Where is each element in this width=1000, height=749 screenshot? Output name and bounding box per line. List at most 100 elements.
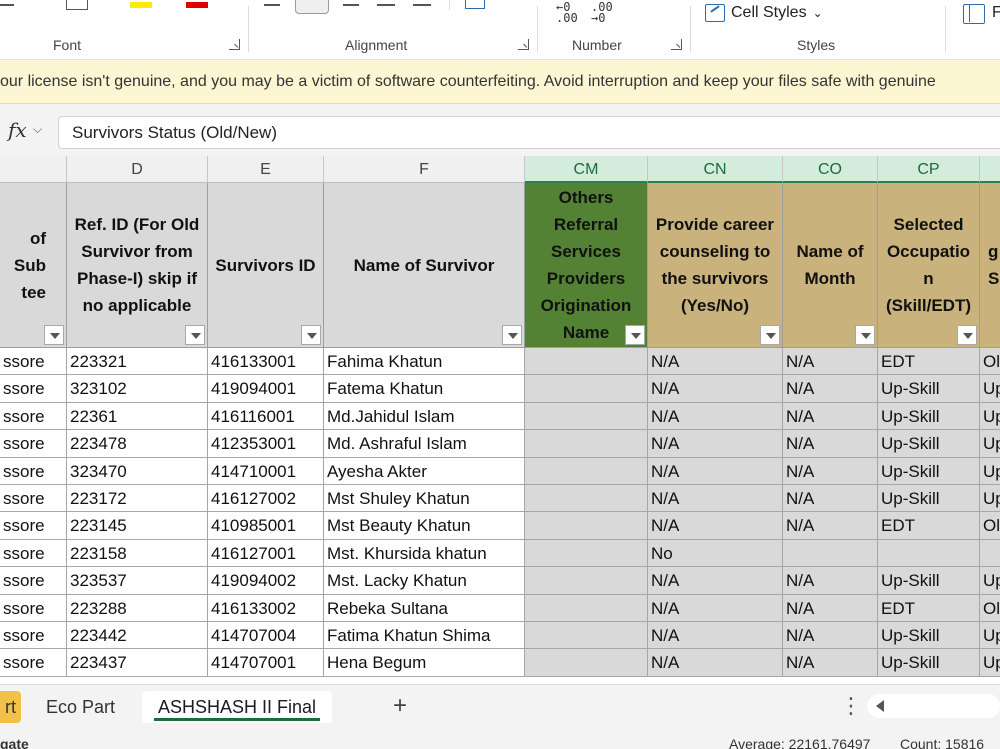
increase-indent-icon[interactable]	[413, 4, 431, 6]
cell-cq[interactable]: Up	[980, 622, 1000, 650]
cell-cm[interactable]	[525, 594, 648, 622]
cell-d[interactable]: 323470	[67, 457, 208, 485]
cell-cm[interactable]	[525, 649, 648, 677]
cell-cq[interactable]: Up	[980, 457, 1000, 485]
cell-f[interactable]: Md.Jahidul Islam	[324, 402, 525, 431]
cell-e[interactable]: 414707001	[208, 649, 324, 677]
cell-cm[interactable]	[525, 512, 648, 540]
cell-e[interactable]: 416133001	[208, 348, 324, 376]
filter-dropdown-icon[interactable]	[502, 325, 522, 345]
cell-co[interactable]: N/A	[783, 430, 878, 458]
header-cell-name-of-survivor[interactable]: Name of Survivor	[324, 183, 525, 348]
cell-c[interactable]: ssore	[0, 512, 67, 540]
align-center-icon[interactable]	[295, 0, 329, 14]
cell-co[interactable]: N/A	[783, 457, 878, 485]
cell-cm[interactable]	[525, 485, 648, 513]
cell-c[interactable]: ssore	[0, 567, 67, 595]
header-cell-career-counseling[interactable]: Provide career counseling to the survivo…	[648, 183, 783, 348]
cell-co[interactable]: N/A	[783, 649, 878, 677]
cell-c[interactable]: ssore	[0, 348, 67, 376]
cell-cm[interactable]	[525, 539, 648, 568]
cell-cn[interactable]: N/A	[648, 512, 783, 540]
cell-e[interactable]: 419094001	[208, 375, 324, 403]
decrease-decimal-icon[interactable]: .00 →0	[591, 1, 613, 24]
cell-cq[interactable]: Ol	[980, 512, 1000, 540]
merge-center-icon[interactable]	[465, 0, 485, 9]
header-cell-ref-id[interactable]: Ref. ID (For Old Survivor from Phase-I) …	[67, 183, 208, 348]
cell-co[interactable]: N/A	[783, 567, 878, 595]
cell-cp[interactable]: Up-Skill	[878, 622, 980, 650]
sheet-tab-previous[interactable]: rt	[0, 691, 21, 723]
add-sheet-button[interactable]: +	[393, 691, 407, 721]
cell-co[interactable]: N/A	[783, 512, 878, 540]
cell-c[interactable]: ssore	[0, 485, 67, 513]
cell-cp[interactable]: EDT	[878, 594, 980, 622]
cell-e[interactable]: 410985001	[208, 512, 324, 540]
cell-cp[interactable]: EDT	[878, 348, 980, 376]
cell-cp[interactable]: Up-Skill	[878, 457, 980, 485]
underline-icon[interactable]	[0, 0, 14, 6]
cell-e[interactable]: 416133002	[208, 594, 324, 622]
align-right-icon[interactable]	[343, 4, 359, 6]
cell-f[interactable]: Mst Shuley Khatun	[324, 485, 525, 513]
cell-cn[interactable]: No	[648, 539, 783, 568]
cell-cn[interactable]: N/A	[648, 375, 783, 403]
font-color-icon[interactable]	[186, 2, 208, 8]
chevron-down-icon[interactable]: ⌵	[33, 122, 42, 137]
cell-co[interactable]: N/A	[783, 348, 878, 376]
cell-cm[interactable]	[525, 622, 648, 650]
cell-cn[interactable]: N/A	[648, 402, 783, 431]
cell-c[interactable]: ssore	[0, 649, 67, 677]
alignment-dialog-launcher-icon[interactable]	[518, 39, 529, 50]
cell-cp[interactable]: EDT	[878, 512, 980, 540]
column-header-co[interactable]: CO	[783, 156, 878, 183]
cell-c[interactable]: ssore	[0, 402, 67, 431]
header-cell-survivors-id[interactable]: Survivors ID	[208, 183, 324, 348]
cell-d[interactable]: 22361	[67, 402, 208, 431]
cell-cq[interactable]: Ol	[980, 594, 1000, 622]
cell-d[interactable]: 223158	[67, 539, 208, 568]
cell-co[interactable]: N/A	[783, 485, 878, 513]
cell-cp[interactable]: Up-Skill	[878, 485, 980, 513]
cell-cp[interactable]: Up-Skill	[878, 402, 980, 431]
insert-cells-icon[interactable]	[963, 4, 985, 24]
column-header-c[interactable]	[0, 156, 67, 183]
cell-c[interactable]: ssore	[0, 594, 67, 622]
cell-cn[interactable]: N/A	[648, 594, 783, 622]
cell-cp[interactable]: Up-Skill	[878, 430, 980, 458]
borders-icon[interactable]	[66, 0, 88, 10]
header-cell-sub-committee[interactable]: of Sub tee	[0, 183, 67, 348]
cell-d[interactable]: 223288	[67, 594, 208, 622]
cell-styles-button[interactable]: Cell Styles ⌄	[705, 4, 823, 22]
cell-cn[interactable]: N/A	[648, 649, 783, 677]
cell-cm[interactable]	[525, 375, 648, 403]
cell-cq[interactable]: Up	[980, 649, 1000, 677]
cell-d[interactable]: 223321	[67, 348, 208, 376]
cell-f[interactable]: Md. Ashraful Islam	[324, 430, 525, 458]
cell-d[interactable]: 223172	[67, 485, 208, 513]
filter-dropdown-icon[interactable]	[44, 325, 64, 345]
cell-e[interactable]: 416116001	[208, 402, 324, 431]
cell-cn[interactable]: N/A	[648, 430, 783, 458]
cell-d[interactable]: 323102	[67, 375, 208, 403]
filter-dropdown-icon[interactable]	[760, 325, 780, 345]
cell-cn[interactable]: N/A	[648, 567, 783, 595]
filter-dropdown-icon[interactable]	[855, 325, 875, 345]
column-header-f[interactable]: F	[324, 156, 525, 183]
cell-f[interactable]: Ayesha Akter	[324, 457, 525, 485]
number-dialog-launcher-icon[interactable]	[671, 39, 682, 50]
cell-co[interactable]	[783, 539, 878, 568]
filter-dropdown-icon[interactable]	[625, 325, 645, 345]
cell-e[interactable]: 416127001	[208, 539, 324, 568]
formula-input[interactable]: Survivors Status (Old/New)	[58, 116, 1000, 149]
cell-f[interactable]: Mst. Lacky Khatun	[324, 567, 525, 595]
cell-e[interactable]: 412353001	[208, 430, 324, 458]
cell-d[interactable]: 223145	[67, 512, 208, 540]
cell-cm[interactable]	[525, 430, 648, 458]
cell-f[interactable]: Fahima Khatun	[324, 348, 525, 376]
cell-cp[interactable]	[878, 539, 980, 568]
cell-cq[interactable]: Up	[980, 485, 1000, 513]
cell-cq[interactable]: Up	[980, 375, 1000, 403]
cell-f[interactable]: Fatima Khatun Shima	[324, 622, 525, 650]
cell-e[interactable]: 416127002	[208, 485, 324, 513]
